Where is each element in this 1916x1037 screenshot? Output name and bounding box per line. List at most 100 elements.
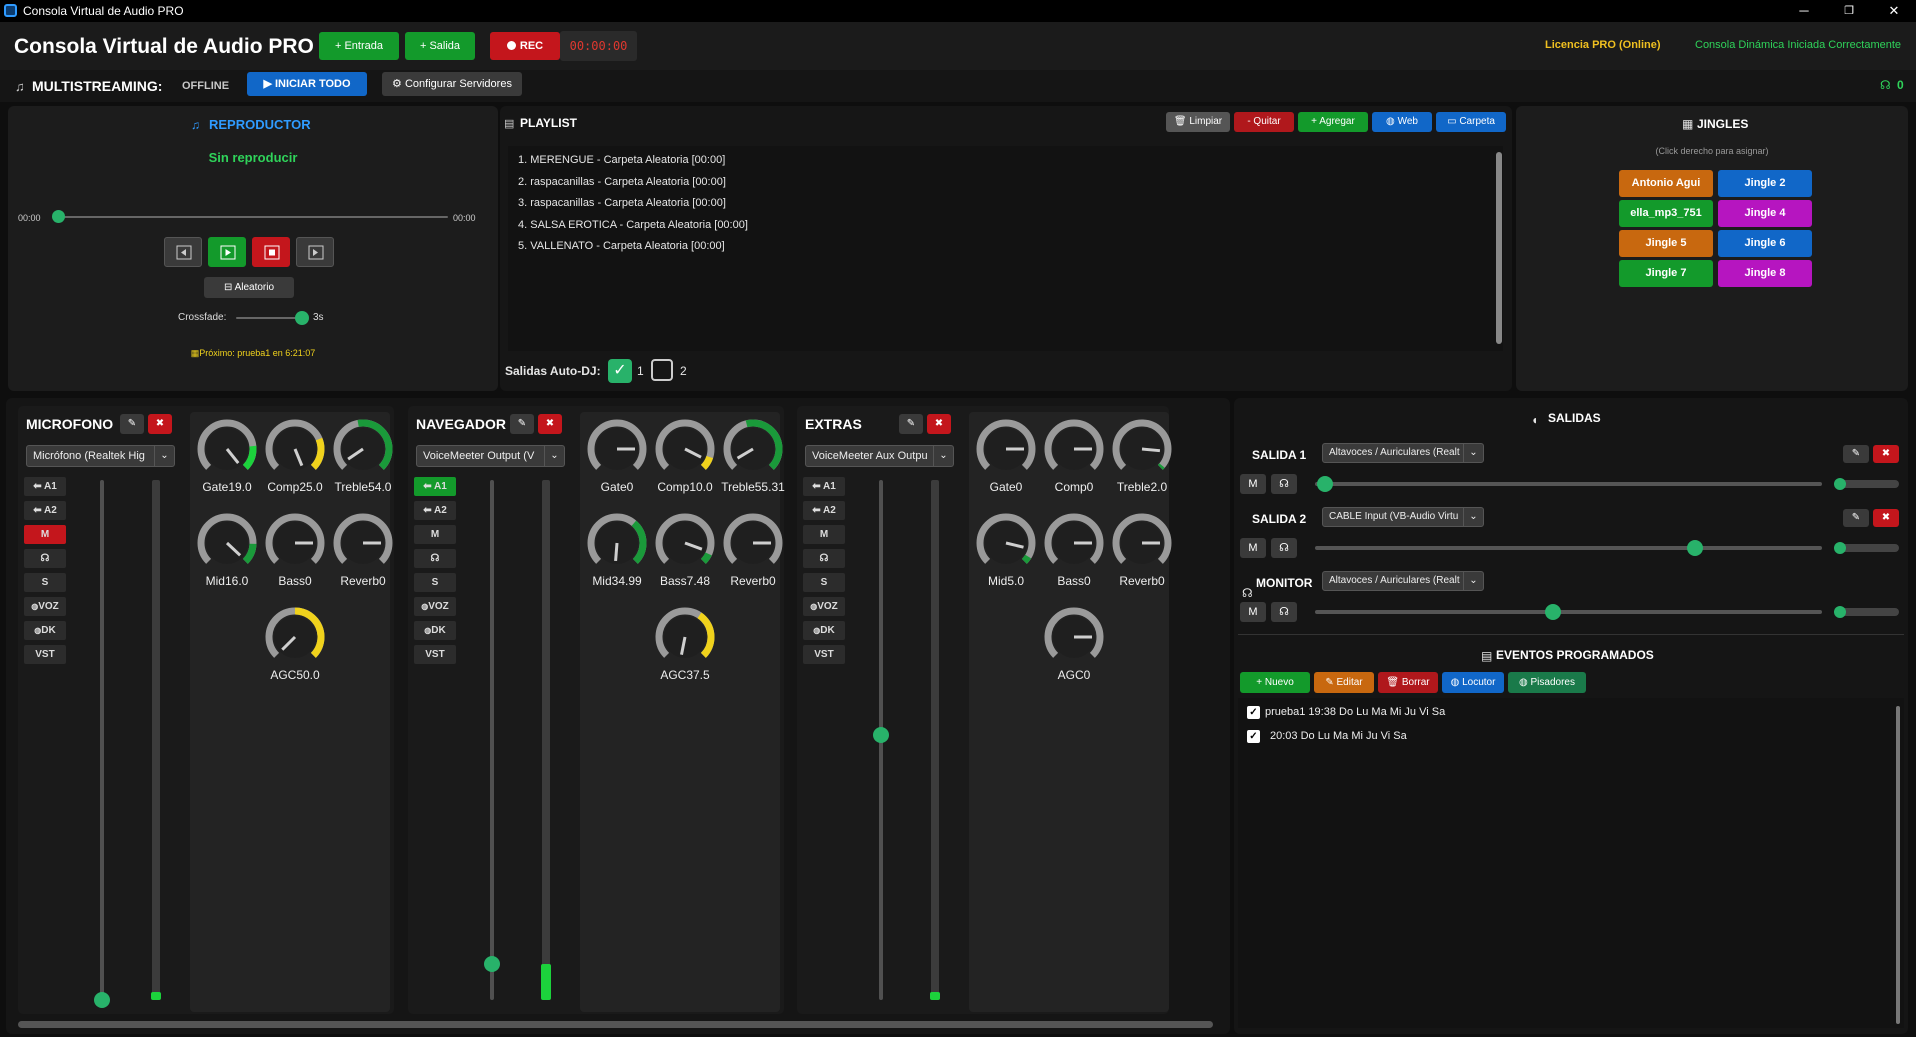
event-item[interactable]: 20:03 Do Lu Ma Mi Ju Vi Sa — [1270, 730, 1407, 742]
channel-device-select[interactable]: VoiceMeeter Aux Outpu ⌄ — [805, 445, 954, 467]
volume-fader-thumb[interactable] — [94, 992, 110, 1008]
output-volume-track[interactable] — [1315, 482, 1822, 486]
knob-reverb[interactable]: Reverb0 — [720, 511, 786, 588]
add-input-button[interactable]: + Entrada — [319, 32, 399, 60]
events-scrollbar[interactable] — [1896, 706, 1900, 1024]
knob-dial[interactable] — [585, 417, 649, 481]
route-mute-button[interactable]: M — [24, 525, 66, 544]
route-dk-button[interactable]: ◍DK — [803, 621, 845, 640]
output-mute-button[interactable]: M — [1240, 602, 1266, 622]
playlist-item[interactable]: 1. MERENGUE - Carpeta Aleatoria [00:00] — [518, 154, 725, 166]
stepper-button[interactable]: ◍ Pisadores — [1508, 672, 1586, 693]
progress-track[interactable] — [58, 216, 448, 218]
progress-thumb[interactable] — [52, 210, 65, 223]
output-headphones-button[interactable]: ☊ — [1271, 538, 1297, 558]
knob-dial[interactable] — [263, 511, 327, 575]
jingle-button[interactable]: Jingle 7 — [1619, 260, 1713, 287]
output-device-select[interactable]: CABLE Input (VB-Audio Virtu ⌄ — [1322, 507, 1484, 527]
knob-mid[interactable]: Mid16.0 — [194, 511, 260, 588]
event-checkbox[interactable]: ✓ — [1247, 706, 1260, 719]
add-output-button[interactable]: + Salida — [405, 32, 475, 60]
route-a1-button[interactable]: ⬅ A1 — [803, 477, 845, 496]
route-mute-button[interactable]: M — [414, 525, 456, 544]
output-volume-thumb[interactable] — [1317, 476, 1334, 492]
route-a1-button[interactable]: ⬅ A1 — [24, 477, 66, 496]
knob-treble[interactable]: Treble54.0 — [330, 417, 396, 494]
knob-dial[interactable] — [1110, 417, 1174, 481]
playlist-item[interactable]: 4. SALSA EROTICA - Carpeta Aleatoria [00… — [518, 219, 748, 231]
output-edit-button[interactable]: ✎ — [1843, 509, 1869, 527]
output-delete-button[interactable]: ✖ — [1873, 445, 1899, 463]
knob-treble[interactable]: Treble2.0 — [1109, 417, 1175, 494]
output-device-select[interactable]: Altavoces / Auriculares (Realt ⌄ — [1322, 443, 1484, 463]
new-event-button[interactable]: + Nuevo — [1240, 672, 1310, 693]
channel-edit-button[interactable]: ✎ — [510, 414, 534, 434]
knob-dial[interactable] — [1042, 605, 1106, 669]
jingle-button[interactable]: Jingle 8 — [1718, 260, 1812, 287]
knob-mid[interactable]: Mid34.99 — [584, 511, 650, 588]
channel-edit-button[interactable]: ✎ — [899, 414, 923, 434]
autodj-output-2-checkbox[interactable] — [651, 359, 673, 381]
route-dk-button[interactable]: ◍DK — [24, 621, 66, 640]
knob-dial[interactable] — [653, 605, 717, 669]
playlist-scrollbar[interactable] — [1496, 152, 1502, 344]
playlist-item[interactable]: 3. raspacanillas - Carpeta Aleatoria [00… — [518, 197, 726, 209]
shuffle-button[interactable]: ⊟ Aleatorio — [204, 277, 294, 298]
knob-dial[interactable] — [263, 605, 327, 669]
playlist-list[interactable]: 1. MERENGUE - Carpeta Aleatoria [00:00] 2… — [508, 146, 1503, 351]
knob-dial[interactable] — [653, 511, 717, 575]
knob-comp[interactable]: Comp25.0 — [262, 417, 328, 494]
route-solo-button[interactable]: S — [24, 573, 66, 592]
knob-dial[interactable] — [195, 511, 259, 575]
output-mute-button[interactable]: M — [1240, 538, 1266, 558]
volume-fader-thumb[interactable] — [484, 955, 500, 972]
route-solo-button[interactable]: S — [803, 573, 845, 592]
output-delete-button[interactable]: ✖ — [1873, 509, 1899, 527]
folder-button[interactable]: ▭ Carpeta — [1436, 112, 1506, 132]
jingle-button[interactable]: Antonio Agui — [1619, 170, 1713, 197]
knob-bass[interactable]: Bass0 — [1041, 511, 1107, 588]
volume-fader-track[interactable] — [490, 480, 494, 1000]
knob-gate[interactable]: Gate19.0 — [194, 417, 260, 494]
knob-agc[interactable]: AGC37.5 — [652, 605, 718, 682]
previous-button[interactable] — [164, 237, 202, 267]
play-button[interactable] — [208, 237, 246, 267]
route-voz-button[interactable]: ◍VOZ — [24, 597, 66, 616]
knob-dial[interactable] — [1042, 417, 1106, 481]
output-edit-button[interactable]: ✎ — [1843, 445, 1869, 463]
playlist-item[interactable]: 5. VALLENATO - Carpeta Aleatoria [00:00] — [518, 240, 725, 252]
knob-dial[interactable] — [585, 511, 649, 575]
edit-event-button[interactable]: ✎ Editar — [1314, 672, 1374, 693]
add-track-button[interactable]: + Agregar — [1298, 112, 1368, 132]
clear-playlist-button[interactable]: 🗑︎ Limpiar — [1166, 112, 1230, 132]
route-a2-button[interactable]: ⬅ A2 — [414, 501, 456, 520]
channel-delete-button[interactable]: ✖ — [927, 414, 951, 434]
headphones-button[interactable]: ☊ — [414, 549, 456, 568]
route-a1-button[interactable]: ⬅ A1 — [414, 477, 456, 496]
web-button[interactable]: ◍ Web — [1372, 112, 1432, 132]
knob-dial[interactable] — [721, 511, 785, 575]
channel-edit-button[interactable]: ✎ — [120, 414, 144, 434]
route-dk-button[interactable]: ◍DK — [414, 621, 456, 640]
channel-delete-button[interactable]: ✖ — [538, 414, 562, 434]
event-item[interactable]: prueba1 19:38 Do Lu Ma Mi Ju Vi Sa — [1265, 706, 1445, 718]
stop-button[interactable] — [252, 237, 290, 267]
route-voz-button[interactable]: ◍VOZ — [803, 597, 845, 616]
knob-dial[interactable] — [721, 417, 785, 481]
headphones-button[interactable]: ☊ — [24, 549, 66, 568]
knob-bass[interactable]: Bass7.48 — [652, 511, 718, 588]
mixer-scrollbar[interactable] — [18, 1021, 1213, 1028]
jingle-button[interactable]: Jingle 2 — [1718, 170, 1812, 197]
knob-gate[interactable]: Gate0 — [584, 417, 650, 494]
knob-dial[interactable] — [1110, 511, 1174, 575]
maximize-button[interactable]: ❐ — [1835, 2, 1863, 20]
knob-dial[interactable] — [331, 417, 395, 481]
knob-agc[interactable]: AGC50.0 — [262, 605, 328, 682]
channel-delete-button[interactable]: ✖ — [148, 414, 172, 434]
route-vst-button[interactable]: VST — [803, 645, 845, 664]
route-vst-button[interactable]: VST — [414, 645, 456, 664]
knob-dial[interactable] — [331, 511, 395, 575]
event-checkbox[interactable]: ✓ — [1247, 730, 1260, 743]
playlist-item[interactable]: 2. raspacanillas - Carpeta Aleatoria [00… — [518, 176, 726, 188]
knob-mid[interactable]: Mid5.0 — [973, 511, 1039, 588]
